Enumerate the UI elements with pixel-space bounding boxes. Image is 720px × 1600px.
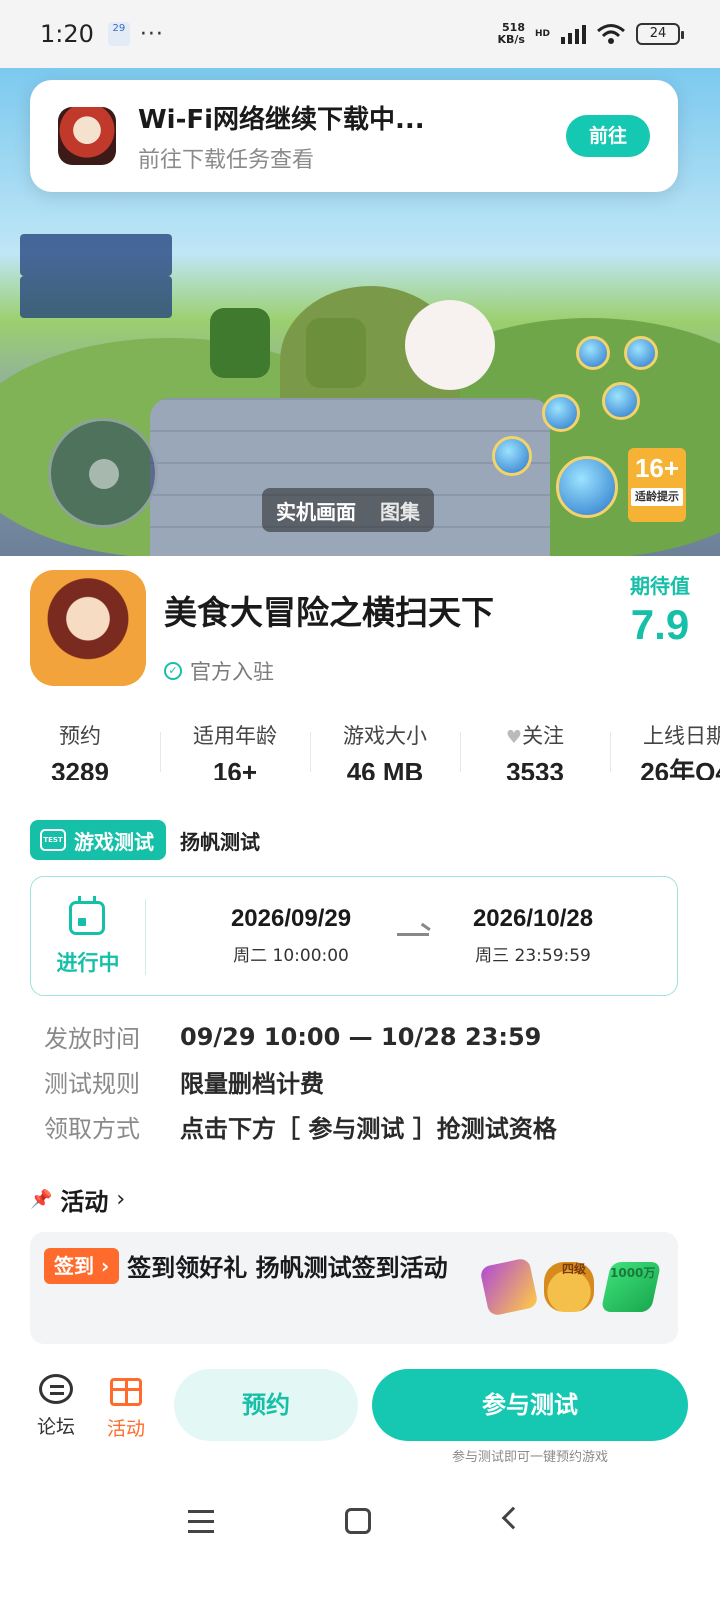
stat-age: 适用年龄 16+ <box>160 718 310 792</box>
signal-icon <box>561 25 586 44</box>
more-notifications-icon: ··· <box>139 21 164 47</box>
forum-button[interactable]: 论坛 <box>26 1374 86 1439</box>
tab-gallery[interactable]: 图集 <box>380 496 420 525</box>
game-header: 美食大冒险之横扫天下 ✓ 官方入驻 期待值 7.9 <box>30 570 690 690</box>
scene-character <box>306 318 366 388</box>
age-rating-badge: 16+ 适龄提示 <box>628 448 686 522</box>
pin-icon: 📌 <box>30 1189 53 1210</box>
scene-skill-button <box>576 336 610 370</box>
calendar-icon <box>69 896 105 935</box>
activity-card[interactable]: 签到 › 签到领好礼 扬帆测试签到活动 四级 1000万 <box>30 1232 678 1344</box>
join-hint: 参与测试即可一键预约游戏 <box>451 1450 608 1465</box>
go-button[interactable]: 前往 <box>566 115 650 157</box>
test-details: 发放时间 09/29 10:00 — 10/28 23:59 测试规则 限量删档… <box>44 1014 557 1149</box>
status-time: 1:20 <box>40 20 94 48</box>
test-icon: TEST <box>40 829 66 851</box>
activity-heading[interactable]: 📌 活动 › <box>30 1182 125 1217</box>
expectation-score: 期待值 7.9 <box>630 574 690 648</box>
join-test-button[interactable]: 参与测试 <box>372 1369 688 1441</box>
signin-tag: 签到 › <box>44 1248 120 1284</box>
tab-live-footage[interactable]: 实机画面 <box>276 496 356 525</box>
scene-quest-panel <box>20 234 172 276</box>
gallery-tabs: 实机画面 图集 <box>262 488 434 532</box>
battery-icon: 24 <box>636 23 684 45</box>
scene-joystick <box>48 418 158 528</box>
scene-skill-button <box>602 382 640 420</box>
stat-release-date: 上线日期 26年Q4 <box>610 718 720 792</box>
stats-row[interactable]: 预约 3289 适用年龄 16+ 游戏大小 46 MB ♥关注 3533 上线日… <box>0 718 720 792</box>
scene-quest-panel <box>20 276 172 318</box>
download-notification[interactable]: Wi-Fi网络继续下载中... 前往下载任务查看 前往 <box>30 80 678 192</box>
chevron-right-icon: › <box>116 1187 126 1212</box>
back-icon[interactable] <box>501 1506 525 1530</box>
scene-skill-button <box>492 436 532 476</box>
reserve-button[interactable]: 预约 <box>174 1369 358 1441</box>
wifi-icon <box>597 24 625 44</box>
net-speed: 518 KB/s <box>497 21 525 46</box>
game-icon <box>30 570 146 686</box>
test-name: 扬帆测试 <box>180 829 260 854</box>
reward-item-icon <box>479 1257 539 1317</box>
game-thumbnail <box>58 107 116 165</box>
official-badge: ✓ 官方入驻 <box>164 656 274 686</box>
game-title: 美食大冒险之横扫天下 <box>164 593 494 632</box>
status-bar: 1:20 29 ··· 518 KB/s HD 24 <box>0 0 720 68</box>
stat-follows[interactable]: ♥关注 3533 <box>460 718 610 792</box>
test-start: 2026/09/29 周二 10:00:00 <box>230 905 352 966</box>
stat-reservations: 预约 3289 <box>51 724 109 780</box>
test-end: 2026/10/28 周三 23:59:59 <box>472 905 594 966</box>
gift-icon <box>110 1378 142 1406</box>
test-info-row: TEST 游戏测试 扬帆测试 <box>30 820 260 860</box>
calendar-icon: 29 <box>107 22 130 46</box>
stat-size: 游戏大小 46 MB <box>310 718 460 792</box>
arrow-right-icon <box>397 933 429 936</box>
notification-title: Wi-Fi网络继续下载中... <box>138 104 425 135</box>
forum-icon <box>39 1374 73 1404</box>
bottom-action-bar: 论坛 活动 预约 参与测试 参与测试即可一键预约游戏 <box>0 1360 720 1470</box>
reward-label: 1000万 <box>610 1266 656 1280</box>
game-test-tag: TEST 游戏测试 <box>30 820 166 860</box>
scene-skill-button <box>542 394 580 432</box>
reward-label: 四级 <box>562 1262 587 1276</box>
detail-row: 发放时间 09/29 10:00 — 10/28 23:59 <box>44 1022 542 1054</box>
heart-icon: ♥ <box>505 727 523 748</box>
notification-subtitle: 前往下载任务查看 <box>138 147 315 173</box>
system-nav-bar <box>0 1490 720 1570</box>
activity-text: 签到 › 签到领好礼 扬帆测试签到活动 <box>44 1248 474 1288</box>
scene-skill-button <box>624 336 658 370</box>
test-status: 进行中 <box>31 877 145 997</box>
detail-row: 领取方式 点击下方［ 参与测试 ］抢测试资格 <box>44 1115 557 1143</box>
scene-wall <box>150 398 550 556</box>
menu-icon[interactable] <box>188 1510 214 1513</box>
scene-skill-button <box>556 456 618 518</box>
home-icon[interactable] <box>345 1508 371 1534</box>
scene-character <box>405 300 495 390</box>
activity-button[interactable]: 活动 <box>96 1374 156 1441</box>
hd-indicator: HD <box>534 29 550 39</box>
check-circle-icon: ✓ <box>164 662 182 680</box>
scene-character <box>210 308 270 378</box>
test-schedule-card: 进行中 2026/09/29 周二 10:00:00 2026/10/28 周三… <box>30 876 678 996</box>
detail-row: 测试规则 限量删档计费 <box>44 1070 324 1098</box>
